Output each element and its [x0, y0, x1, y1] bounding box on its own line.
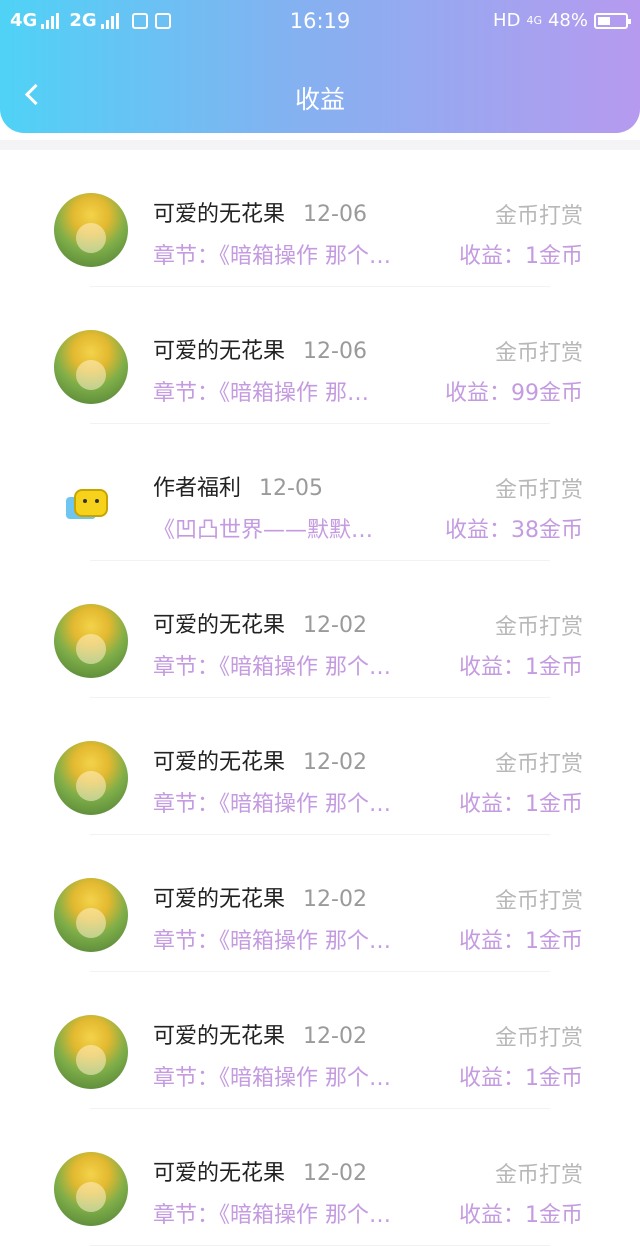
chapter-link[interactable]: 章节：《暗箱操作 那个… [153, 786, 453, 818]
income-amount: 收益：1金币 [459, 929, 583, 954]
record-type: 金币打赏 [494, 889, 583, 914]
income-amount: 收益：1金币 [459, 792, 583, 817]
record-type: 金币打赏 [494, 341, 583, 366]
sender-name: 可爱的无花果 [153, 887, 286, 912]
list-item[interactable]: 可爱的无花果 12-06 金币打赏 章节：《暗箱操作 那… 收益：99金币 [0, 287, 640, 424]
list-item[interactable]: 可爱的无花果 12-02 金币打赏 章节：《暗箱操作 那个… 收益：1金币 [0, 1109, 640, 1246]
record-date: 12-02 [303, 1161, 367, 1186]
avatar [54, 604, 128, 678]
record-date: 12-02 [303, 1024, 367, 1049]
status-bar: 4G 2G 16:19 HD 4G 48% [0, 0, 640, 44]
avatar [54, 1152, 128, 1226]
sender-name-line: 可爱的无花果 12-02 [153, 607, 367, 639]
list-item[interactable]: 作者福利 12-05 金币打赏 《凹凸世界——默默… 收益：38金币 [0, 424, 640, 561]
income-amount: 收益：1金币 [459, 244, 583, 269]
avatar [54, 193, 128, 267]
record-date: 12-02 [303, 887, 367, 912]
list-item[interactable]: 可爱的无花果 12-02 金币打赏 章节：《暗箱操作 那个… 收益：1金币 [0, 972, 640, 1109]
sender-name-line: 可爱的无花果 12-06 [153, 333, 367, 365]
income-amount: 收益：1金币 [459, 1066, 583, 1091]
income-amount: 收益：99金币 [445, 381, 583, 406]
list-item[interactable]: 可爱的无花果 12-02 金币打赏 章节：《暗箱操作 那个… 收益：1金币 [0, 698, 640, 835]
sender-name: 作者福利 [153, 476, 242, 501]
avatar [54, 741, 128, 815]
record-type: 金币打赏 [494, 1163, 583, 1188]
income-amount: 收益：1金币 [459, 655, 583, 680]
list-item[interactable]: 可爱的无花果 12-06 金币打赏 章节：《暗箱操作 那个… 收益：1金币 [0, 150, 640, 287]
record-type: 金币打赏 [494, 615, 583, 640]
record-type: 金币打赏 [494, 478, 583, 503]
record-date: 12-06 [303, 202, 367, 227]
header-bar: 4G 2G 16:19 HD 4G 48% 收益 [0, 0, 640, 133]
sender-name-line: 可爱的无花果 12-02 [153, 744, 367, 776]
chapter-link[interactable]: 章节：《暗箱操作 那个… [153, 238, 453, 270]
sender-name-line: 可爱的无花果 12-02 [153, 881, 367, 913]
avatar [54, 467, 128, 541]
chapter-link[interactable]: 章节：《暗箱操作 那个… [153, 1197, 453, 1229]
record-type: 金币打赏 [494, 204, 583, 229]
earnings-list: 可爱的无花果 12-06 金币打赏 章节：《暗箱操作 那个… 收益：1金币 可爱… [0, 150, 640, 1246]
avatar [54, 878, 128, 952]
avatar [54, 1015, 128, 1089]
hd-label: HD [493, 10, 521, 31]
income-amount: 收益：38金币 [445, 518, 583, 543]
sender-name-line: 可爱的无花果 12-06 [153, 196, 367, 228]
net-4g-icon: 4G [526, 14, 542, 27]
record-type: 金币打赏 [494, 752, 583, 777]
record-date: 12-02 [303, 613, 367, 638]
sender-name: 可爱的无花果 [153, 1161, 286, 1186]
chapter-link[interactable]: 章节：《暗箱操作 那个… [153, 923, 453, 955]
income-amount: 收益：1金币 [459, 1203, 583, 1228]
status-right: HD 4G 48% [493, 10, 631, 31]
divider-band [0, 140, 640, 150]
battery-icon [594, 12, 631, 29]
list-item[interactable]: 可爱的无花果 12-02 金币打赏 章节：《暗箱操作 那个… 收益：1金币 [0, 835, 640, 972]
chapter-link[interactable]: 《凹凸世界——默默… [153, 512, 453, 544]
sender-name-line: 可爱的无花果 12-02 [153, 1155, 367, 1187]
chapter-link[interactable]: 章节：《暗箱操作 那个… [153, 649, 453, 681]
sender-name: 可爱的无花果 [153, 1024, 286, 1049]
avatar [54, 330, 128, 404]
chapter-link[interactable]: 章节：《暗箱操作 那个… [153, 1060, 453, 1092]
record-date: 12-05 [259, 476, 323, 501]
sender-name: 可爱的无花果 [153, 613, 286, 638]
list-item[interactable]: 可爱的无花果 12-02 金币打赏 章节：《暗箱操作 那个… 收益：1金币 [0, 561, 640, 698]
page-title: 收益 [294, 85, 345, 114]
sender-name-line: 可爱的无花果 12-02 [153, 1018, 367, 1050]
battery-percent: 48% [547, 10, 588, 31]
record-date: 12-06 [303, 339, 367, 364]
emoji-face-icon [74, 489, 108, 517]
sender-name: 可爱的无花果 [153, 750, 286, 775]
chapter-link[interactable]: 章节：《暗箱操作 那… [153, 375, 453, 407]
sender-name-line: 作者福利 12-05 [153, 470, 323, 502]
sender-name: 可爱的无花果 [153, 202, 286, 227]
record-date: 12-02 [303, 750, 367, 775]
sender-name: 可爱的无花果 [153, 339, 286, 364]
record-type: 金币打赏 [494, 1026, 583, 1051]
